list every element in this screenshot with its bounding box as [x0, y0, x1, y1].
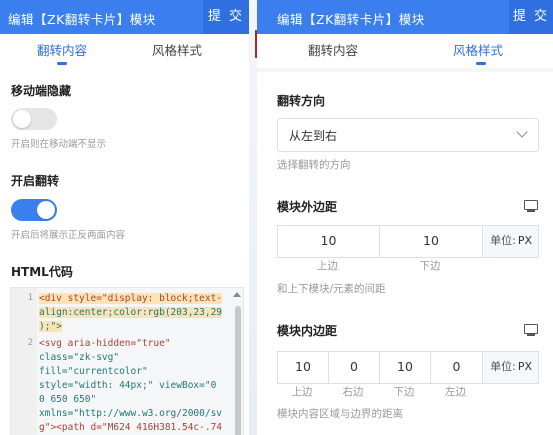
outer-margin-inputs: 10 10 单位: PX — [277, 225, 539, 258]
toggle-knob — [13, 110, 31, 128]
right-panel-title: 编辑【ZK翻转卡片】模块 — [277, 12, 425, 27]
code-line: class="zk-svg" — [39, 352, 120, 363]
code-line: xmlns="http://www.w3.org/2000/sv — [39, 408, 223, 419]
code-line: <svg aria-hidden="true" — [39, 338, 171, 349]
margin-bottom-sublabel: 下边 — [419, 260, 441, 272]
code-line: 0 650 650" — [39, 394, 97, 405]
right-submit-button[interactable]: 提 交 — [509, 0, 553, 34]
outer-margin-label: 模块外边距 — [277, 200, 338, 214]
right-tab-flip-content[interactable]: 翻转内容 — [308, 40, 358, 59]
padding-right-sublabel: 右边 — [342, 386, 364, 398]
flip-enable-toggle[interactable] — [11, 199, 57, 221]
padding-right-input[interactable]: 0 — [329, 352, 380, 383]
flip-direction-label: 翻转方向 — [277, 94, 326, 108]
left-tab-bar: 翻转内容 风格样式 — [0, 34, 249, 68]
flip-direction-value: 从左到右 — [289, 129, 338, 143]
unit-value: PX — [517, 234, 532, 247]
desktop-monitor-icon[interactable] — [524, 324, 538, 336]
mobile-hide-toggle[interactable] — [11, 108, 57, 130]
panel-divider — [249, 0, 257, 435]
code-scrollbar[interactable] — [235, 306, 241, 435]
left-panel-title: 编辑【ZK翻转卡片】模块 — [8, 12, 156, 27]
flip-enable-hint: 开启后将展示正反两面内容 — [11, 230, 126, 241]
padding-left-input[interactable]: 0 — [431, 352, 483, 383]
code-line: fill="currentcolor" — [39, 366, 148, 377]
margin-unit: 单位: PX — [484, 226, 538, 257]
right-tab-bar: 翻转内容 风格样式 — [257, 34, 553, 68]
code-line: style="width: 44px;" viewBox="0 — [39, 380, 217, 391]
unit-label: 单位: — [490, 360, 516, 373]
left-tab-indicator — [57, 62, 67, 65]
flip-enable-label: 开启翻转 — [11, 174, 60, 188]
code-line: );"> — [39, 321, 62, 332]
right-panel-header: 编辑【ZK翻转卡片】模块 提 交 — [257, 0, 553, 34]
mobile-hide-hint: 开启则在移动端不显示 — [11, 139, 107, 150]
left-submit-button[interactable]: 提 交 — [203, 0, 249, 34]
unit-label: 单位: — [490, 234, 516, 247]
flip-direction-select[interactable]: 从左到右 — [277, 118, 539, 152]
html-code-label: HTML代码 — [11, 265, 73, 279]
padding-top-sublabel: 上边 — [291, 386, 313, 398]
unit-value: PX — [517, 360, 532, 373]
right-editor-panel: 编辑【ZK翻转卡片】模块 提 交 翻转内容 风格样式 翻转方向 从左到右 选择翻… — [257, 0, 553, 435]
mobile-hide-label: 移动端隐藏 — [11, 84, 72, 98]
margin-top-sublabel: 上边 — [317, 260, 338, 272]
code-line: align:center;color:rgb(203,23,29 — [39, 307, 223, 318]
chevron-down-icon — [516, 126, 528, 138]
left-tab-flip-content[interactable]: 翻转内容 — [37, 40, 87, 59]
desktop-monitor-icon[interactable] — [524, 200, 538, 212]
padding-unit: 单位: PX — [484, 352, 538, 383]
inner-padding-inputs: 10 0 10 0 单位: PX — [277, 351, 539, 384]
padding-bottom-input[interactable]: 10 — [380, 352, 431, 383]
padding-left-sublabel: 左边 — [445, 386, 466, 398]
flip-direction-hint: 选择翻转的方向 — [277, 159, 351, 171]
left-editor-panel: 编辑【ZK翻转卡片】模块 提 交 翻转内容 风格样式 移动端隐藏 开启则在移动端… — [0, 0, 249, 435]
inner-padding-hint: 模块内容区域与边界的距离 — [277, 408, 403, 420]
scroll-up-icon[interactable] — [233, 292, 241, 297]
margin-top-input[interactable]: 10 — [278, 226, 380, 257]
padding-top-input[interactable]: 10 — [278, 352, 329, 383]
right-tab-style[interactable]: 风格样式 — [453, 40, 503, 59]
padding-bottom-sublabel: 下边 — [393, 386, 415, 398]
inner-padding-label: 模块内边距 — [277, 324, 338, 338]
toggle-knob — [37, 201, 55, 219]
code-gutter — [11, 288, 37, 435]
left-tab-style[interactable]: 风格样式 — [152, 40, 202, 59]
outer-margin-hint: 和上下模块/元素的间距 — [277, 283, 386, 295]
right-tab-indicator — [476, 62, 486, 65]
line-number: 2 — [27, 338, 33, 348]
code-line: <div style="display: block;text- — [39, 293, 223, 304]
margin-bottom-input[interactable]: 10 — [380, 226, 483, 257]
left-panel-header: 编辑【ZK翻转卡片】模块 提 交 — [0, 0, 249, 34]
line-number: 1 — [27, 293, 33, 303]
code-line: g"><path d="M624 416H381.54c-.74 — [39, 422, 223, 433]
html-code-editor[interactable]: 1 2 <div style="display: block;text- ali… — [10, 287, 244, 435]
